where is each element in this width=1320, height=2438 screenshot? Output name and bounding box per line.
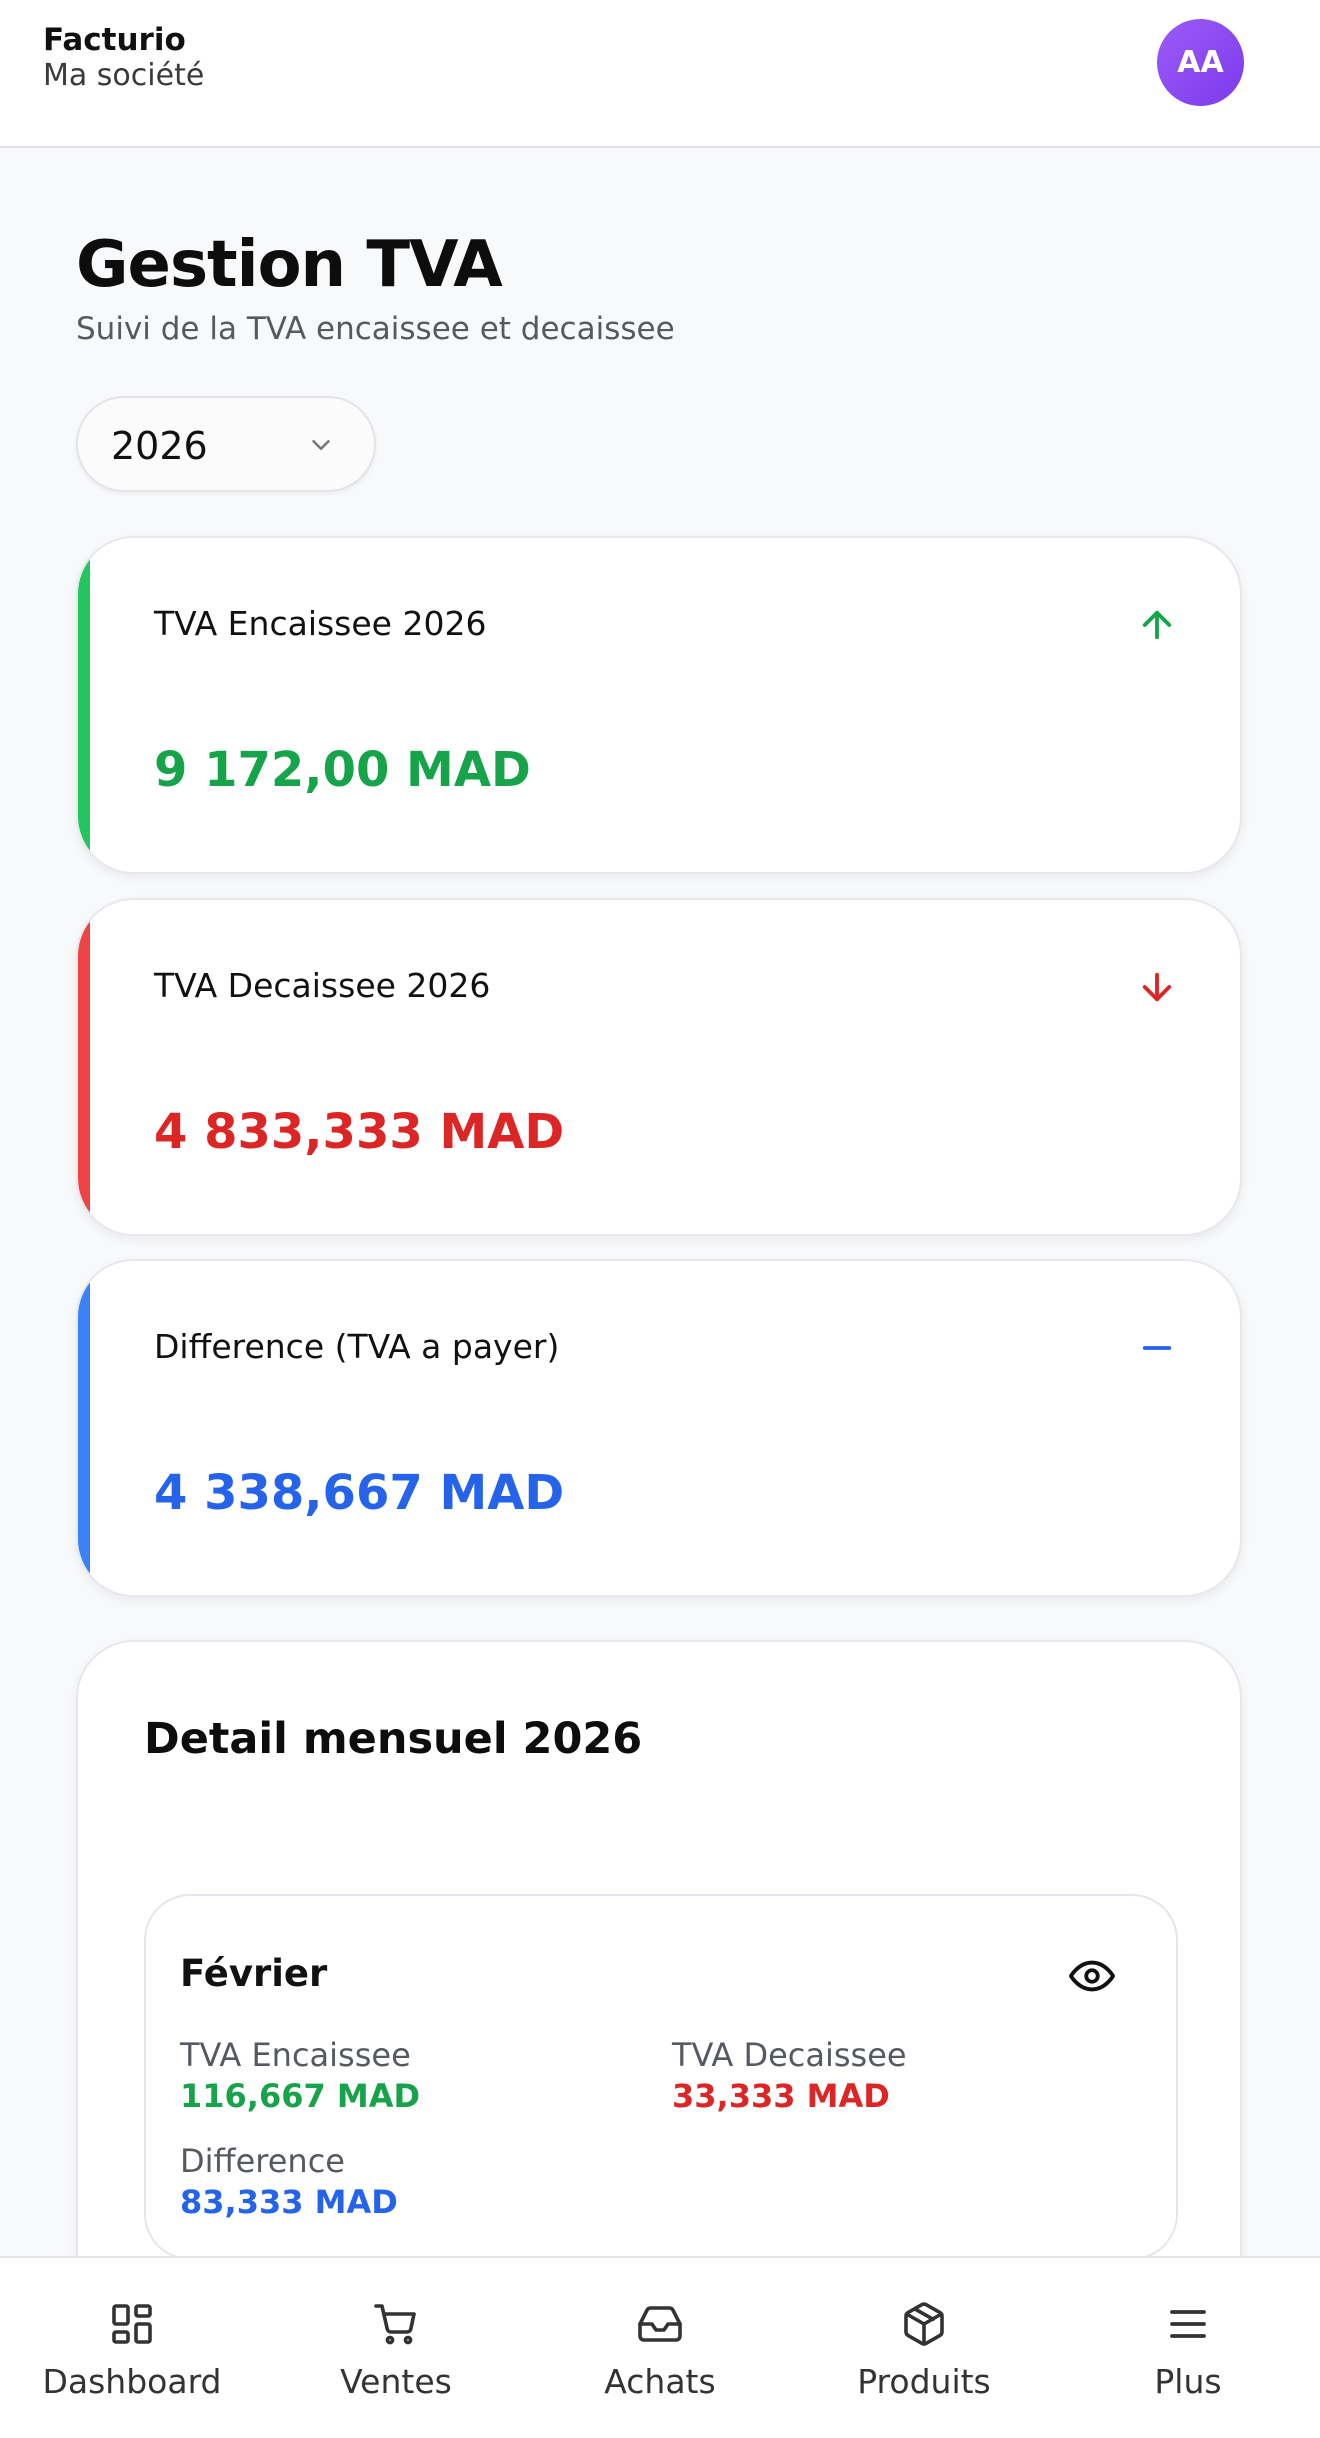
eye-icon[interactable] <box>1069 1958 1115 1994</box>
nav-item-ventes[interactable]: Ventes <box>264 2258 528 2438</box>
monthly-detail-title: Detail mensuel 2026 <box>144 1714 643 1764</box>
brand-name: Facturio <box>43 22 186 58</box>
page-subtitle: Suivi de la TVA encaissee et decaissee <box>76 311 675 347</box>
month-decaissee-label: TVA Decaissee <box>672 2036 907 2074</box>
nav-label: Ventes <box>340 2362 452 2401</box>
stat-card-accent <box>78 900 90 1234</box>
stat-value: 4 338,667 MAD <box>154 1465 565 1521</box>
month-difference-label: Difference <box>180 2142 345 2180</box>
page-title: Gestion TVA <box>76 228 503 302</box>
stat-value: 9 172,00 MAD <box>154 742 531 798</box>
arrow-up-icon <box>1142 610 1172 640</box>
cart-icon <box>374 2304 416 2345</box>
nav-label: Produits <box>857 2362 991 2401</box>
stat-card-accent <box>78 1261 90 1595</box>
month-encaissee-value: 116,667 MAD <box>180 2077 421 2115</box>
year-select[interactable]: 2026 <box>76 396 376 492</box>
arrow-down-icon <box>1142 972 1172 1002</box>
stat-label: TVA Decaissee 2026 <box>154 966 491 1005</box>
avatar[interactable]: AA <box>1157 19 1244 106</box>
month-card[interactable]: Février TVA Encaissee 116,667 MAD TVA De… <box>144 1894 1178 2260</box>
stat-label: Difference (TVA a payer) <box>154 1327 560 1366</box>
package-icon <box>904 2302 944 2346</box>
app-root: Facturio Ma société AA Gestion TVA Suivi… <box>0 0 1320 2438</box>
bottom-nav: Dashboard Ventes Achats Produits Plus <box>0 2256 1320 2438</box>
month-decaissee-value: 33,333 MAD <box>672 2077 890 2115</box>
month-encaissee-label: TVA Encaissee <box>180 2036 411 2074</box>
month-difference-value: 83,333 MAD <box>180 2183 398 2221</box>
company-name[interactable]: Ma société <box>43 58 204 93</box>
dashboard-icon <box>112 2304 152 2344</box>
top-header: Facturio Ma société AA <box>0 0 1320 148</box>
stat-label: TVA Encaissee 2026 <box>154 604 487 643</box>
minus-icon <box>1142 1346 1172 1350</box>
nav-label: Plus <box>1154 2362 1222 2401</box>
nav-item-achats[interactable]: Achats <box>528 2258 792 2438</box>
stat-card-tva-decaissee: TVA Decaissee 2026 4 833,333 MAD <box>76 898 1242 1236</box>
nav-item-plus[interactable]: Plus <box>1056 2258 1320 2438</box>
stat-value: 4 833,333 MAD <box>154 1104 565 1160</box>
year-select-value: 2026 <box>111 424 208 468</box>
chevron-down-icon <box>312 440 330 450</box>
menu-icon <box>1170 2310 1206 2338</box>
nav-item-dashboard[interactable]: Dashboard <box>0 2258 264 2438</box>
stat-card-difference: Difference (TVA a payer) 4 338,667 MAD <box>76 1259 1242 1597</box>
nav-label: Dashboard <box>42 2362 222 2401</box>
stat-card-accent <box>78 538 90 872</box>
nav-label: Achats <box>604 2362 716 2401</box>
nav-item-produits[interactable]: Produits <box>792 2258 1056 2438</box>
inbox-icon <box>638 2306 682 2342</box>
month-name: Février <box>180 1952 328 1995</box>
stat-card-tva-encaissee: TVA Encaissee 2026 9 172,00 MAD <box>76 536 1242 874</box>
